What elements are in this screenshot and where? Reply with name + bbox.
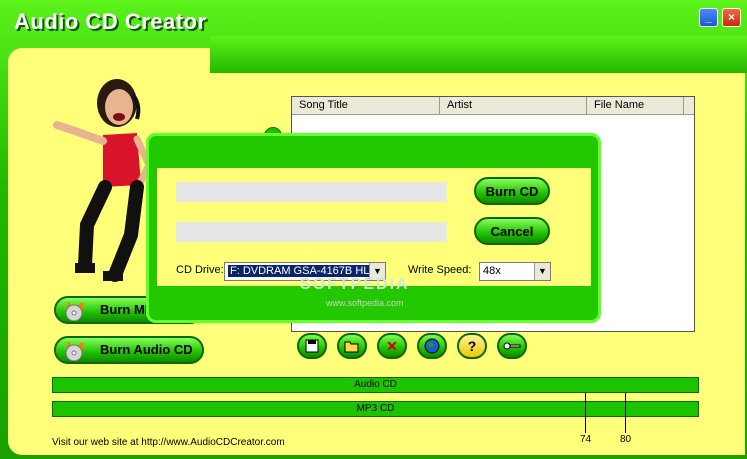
column-artist[interactable]: Artist [440, 97, 587, 114]
watermark: SOFTPEDIA [300, 276, 410, 293]
close-button[interactable]: × [722, 8, 741, 27]
mp3-cd-bar: MP3 CD [52, 401, 699, 417]
delete-icon[interactable]: ✕ [377, 333, 407, 359]
panel-notch [210, 36, 747, 73]
minimize-button[interactable]: _ [699, 8, 718, 27]
burn-audio-cd-button[interactable]: Burn Audio CD [54, 336, 204, 364]
write-speed-value: 48x [483, 265, 501, 277]
audio-cd-bar: Audio CD [52, 377, 699, 393]
cancel-button[interactable]: Cancel [474, 217, 550, 245]
key-icon[interactable] [497, 333, 527, 359]
tick-74 [585, 393, 586, 433]
tick-74-label: 74 [580, 434, 592, 445]
globe-icon[interactable] [417, 333, 447, 359]
chevron-down-icon[interactable]: ▼ [534, 263, 550, 280]
footer-website[interactable]: Visit our web site at http://www.AudioCD… [52, 437, 285, 448]
column-spacer [684, 97, 694, 114]
help-icon[interactable]: ? [457, 333, 487, 359]
window-title: Audio CD Creator [14, 9, 207, 34]
song-list-header: Song Title Artist File Name [292, 97, 694, 115]
progress-field-2 [176, 222, 447, 242]
burn-cd-button[interactable]: Burn CD [474, 177, 550, 205]
cd-drive-label: CD Drive: [176, 264, 224, 276]
write-speed-select[interactable]: 48x ▼ [479, 262, 551, 281]
tick-80 [625, 393, 626, 433]
burn-audio-cd-label: Burn Audio CD [100, 342, 193, 357]
open-folder-icon[interactable] [337, 333, 367, 359]
cd-fire-icon [65, 301, 84, 321]
tick-80-label: 80 [620, 434, 632, 445]
column-song-title[interactable]: Song Title [292, 97, 440, 114]
write-speed-label: Write Speed: [408, 264, 472, 276]
column-file-name[interactable]: File Name [587, 97, 684, 114]
progress-field-1 [176, 182, 447, 202]
save-icon[interactable] [297, 333, 327, 359]
watermark-url: www.softpedia.com [326, 298, 404, 308]
cd-fire-icon [65, 341, 84, 361]
